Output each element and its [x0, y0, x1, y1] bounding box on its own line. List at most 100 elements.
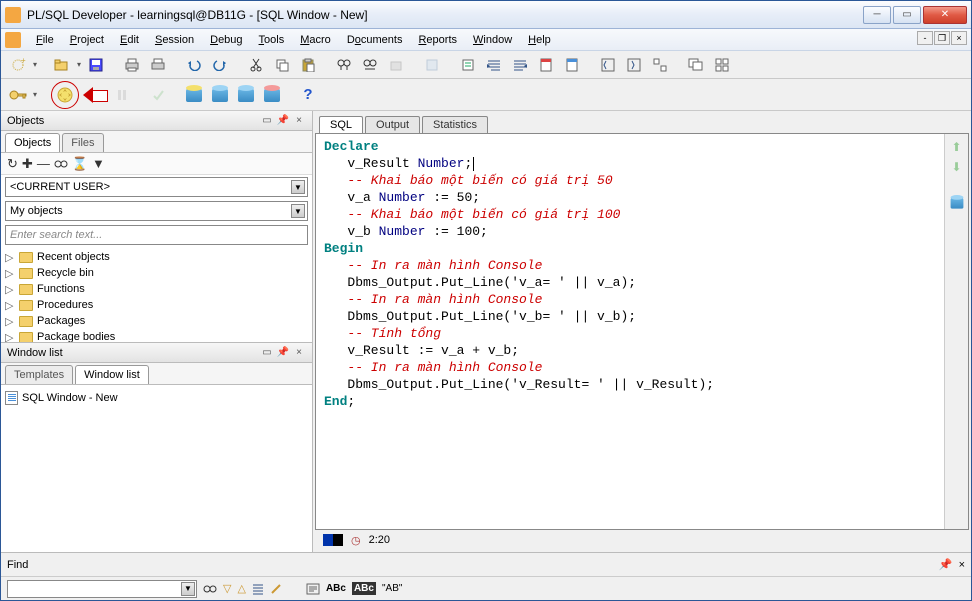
doc-2-button[interactable]: [561, 54, 583, 76]
save-button[interactable]: [85, 54, 107, 76]
menu-debug[interactable]: Debug: [203, 32, 249, 48]
paste-button[interactable]: [297, 54, 319, 76]
search-input[interactable]: Enter search text...: [5, 225, 308, 245]
mdi-minimize[interactable]: -: [917, 31, 933, 45]
find-up-icon[interactable]: △: [237, 582, 245, 595]
menu-session[interactable]: Session: [148, 32, 201, 48]
menu-file[interactable]: File: [29, 32, 61, 48]
maximize-button[interactable]: ▭: [893, 6, 921, 24]
menu-documents[interactable]: Documents: [340, 32, 410, 48]
db-yellow-button[interactable]: [183, 84, 205, 106]
find-para-icon[interactable]: [306, 583, 320, 595]
status-indicator: [323, 534, 343, 546]
objects-tab[interactable]: Objects: [5, 133, 60, 152]
object-tree[interactable]: ▷Recent objects ▷Recycle bin ▷Functions …: [1, 247, 312, 343]
mdi-restore[interactable]: ❐: [934, 31, 950, 45]
cascade-button[interactable]: [685, 54, 707, 76]
compile-button[interactable]: [421, 54, 443, 76]
panel-dock-icon[interactable]: ▭: [260, 114, 274, 128]
find-input[interactable]: ▼: [7, 580, 197, 598]
print-button[interactable]: [121, 54, 143, 76]
find-quoted-icon[interactable]: "AB": [382, 583, 402, 594]
explain-plan-button[interactable]: [457, 54, 479, 76]
menu-edit[interactable]: Edit: [113, 32, 146, 48]
undo-button[interactable]: [183, 54, 205, 76]
panel-close-icon[interactable]: ×: [959, 559, 965, 571]
chevron-down-icon: ▼: [291, 204, 305, 218]
find-db-button[interactable]: [385, 54, 407, 76]
zoom-out-button[interactable]: [597, 54, 619, 76]
window-list-header: Window list ▭ 📌 ×: [1, 343, 312, 363]
redo-button[interactable]: [209, 54, 231, 76]
open-button[interactable]: [51, 54, 73, 76]
tab-sql[interactable]: SQL: [319, 116, 363, 133]
indent-left-button[interactable]: [509, 54, 531, 76]
panel-dock-icon[interactable]: ▭: [260, 346, 274, 360]
add-icon[interactable]: ✚: [22, 156, 33, 172]
clock-icon: ◷: [351, 534, 361, 547]
window-title: PL/SQL Developer - learningsql@DB11G - […: [27, 8, 863, 22]
minus-icon[interactable]: —: [37, 156, 50, 171]
cut-button[interactable]: [245, 54, 267, 76]
refresh-icon[interactable]: ↻: [7, 156, 18, 172]
files-tab[interactable]: Files: [62, 133, 103, 152]
window-list-tab[interactable]: Window list: [75, 365, 149, 384]
break-button[interactable]: [111, 84, 133, 106]
templates-tab[interactable]: Templates: [5, 365, 73, 384]
find-down-icon[interactable]: ▽: [223, 582, 231, 595]
menu-window[interactable]: Window: [466, 32, 519, 48]
menu-reports[interactable]: Reports: [411, 32, 464, 48]
tab-output[interactable]: Output: [365, 116, 420, 133]
panel-pin-icon[interactable]: 📌: [276, 346, 290, 360]
menu-tools[interactable]: Tools: [252, 32, 292, 48]
app-menu-icon[interactable]: [5, 32, 21, 48]
find-button[interactable]: [333, 54, 355, 76]
session-toolbar: ▾ ?: [1, 79, 971, 111]
find-abc-icon[interactable]: ABc: [326, 583, 346, 594]
menu-project[interactable]: Project: [63, 32, 111, 48]
filter-icon[interactable]: ▼: [92, 156, 105, 171]
window-list-item[interactable]: SQL Window - New: [5, 389, 308, 407]
hourglass-icon[interactable]: ⌛: [72, 156, 88, 172]
print-setup-button[interactable]: [147, 54, 169, 76]
mdi-close[interactable]: ×: [951, 31, 967, 45]
window-list: SQL Window - New: [1, 385, 312, 552]
panel-pin-icon[interactable]: 📌: [939, 558, 953, 571]
indent-right-button[interactable]: [483, 54, 505, 76]
arrange-button[interactable]: [649, 54, 671, 76]
db-sql-button[interactable]: [209, 84, 231, 106]
panel-close-icon[interactable]: ×: [292, 346, 306, 360]
help-button[interactable]: ?: [297, 84, 319, 106]
db-red-button[interactable]: [261, 84, 283, 106]
minimize-button[interactable]: ─: [863, 6, 891, 24]
doc-1-button[interactable]: [535, 54, 557, 76]
nav-down-icon[interactable]: ⬇: [951, 160, 961, 174]
find-replace-button[interactable]: [359, 54, 381, 76]
panel-pin-icon[interactable]: 📌: [276, 114, 290, 128]
find-abc-dark-icon[interactable]: ABc: [352, 582, 376, 595]
new-button[interactable]: +: [7, 54, 29, 76]
find-list-icon[interactable]: [252, 583, 264, 595]
commit-button[interactable]: [147, 84, 169, 106]
tab-statistics[interactable]: Statistics: [422, 116, 488, 133]
zoom-in-button[interactable]: [623, 54, 645, 76]
user-combo[interactable]: <CURRENT USER> ▼: [5, 177, 308, 197]
db-small-icon[interactable]: [949, 196, 965, 210]
execute-arrow-annotation: [83, 87, 107, 103]
filter-combo[interactable]: My objects ▼: [5, 201, 308, 221]
menu-help[interactable]: Help: [521, 32, 558, 48]
sql-editor[interactable]: Declare v_Result Number; -- Khai báo một…: [316, 134, 944, 529]
binoculars-icon[interactable]: [54, 159, 68, 169]
panel-close-icon[interactable]: ×: [292, 114, 306, 128]
execute-button[interactable]: [54, 84, 76, 106]
find-binoculars-icon[interactable]: [203, 584, 217, 594]
tile-button[interactable]: [711, 54, 733, 76]
close-button[interactable]: ✕: [923, 6, 967, 24]
copy-button[interactable]: [271, 54, 293, 76]
nav-up-icon[interactable]: ⬆: [951, 140, 961, 154]
key-button[interactable]: [7, 84, 29, 106]
find-edit-icon[interactable]: [270, 583, 282, 595]
menu-macro[interactable]: Macro: [293, 32, 338, 48]
find-panel-header: Find 📌 ×: [1, 552, 971, 576]
db-icon3-button[interactable]: [235, 84, 257, 106]
